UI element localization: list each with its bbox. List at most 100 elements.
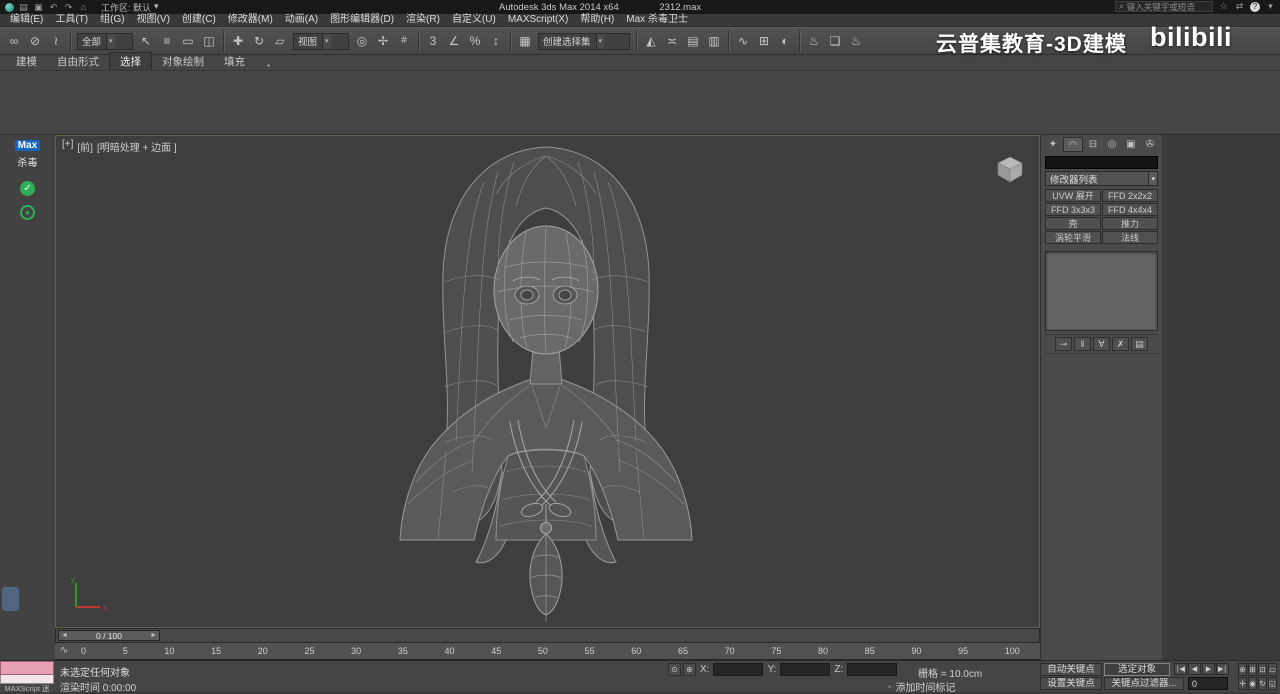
home-icon[interactable]: ⌂ [78, 2, 89, 12]
zoom-icon[interactable]: ⊕ [1238, 663, 1247, 676]
select-move-icon[interactable]: ✚ [228, 31, 248, 51]
menu-item[interactable]: Max 杀毒卫士 [620, 14, 694, 26]
spinner-snap-icon[interactable]: ↕ [486, 31, 506, 51]
modifier-button[interactable]: 涡轮平滑 [1045, 231, 1101, 244]
search-input[interactable]: ⌕ 键入关键字或短语 [1115, 1, 1213, 12]
select-scale-icon[interactable]: ▱ [270, 31, 290, 51]
modifier-list-dropdown[interactable]: 修改器列表 ▾ [1045, 171, 1158, 186]
menu-item[interactable]: 动画(A) [279, 14, 324, 26]
go-to-end-icon[interactable]: ▶∣ [1216, 663, 1229, 675]
absolute-offset-toggle[interactable]: ⊕ [683, 663, 696, 676]
viewport-menu-view[interactable]: [前] [77, 139, 93, 154]
y-field[interactable] [780, 663, 830, 676]
modifier-button[interactable]: FFD 3x3x3 [1045, 203, 1101, 216]
modifier-button[interactable]: UVW 展开 [1045, 189, 1101, 202]
window-crossing-icon[interactable]: ◫ [199, 31, 219, 51]
macro-recorder-field[interactable] [0, 661, 54, 675]
save-icon[interactable]: ▣ [33, 2, 44, 13]
current-frame-field[interactable] [1188, 677, 1228, 690]
exchange-icon[interactable]: ⇄ [1234, 1, 1245, 12]
app-icon[interactable] [5, 3, 14, 12]
angle-snap-icon[interactable]: ∠ [444, 31, 464, 51]
viewcube[interactable] [995, 154, 1025, 184]
menu-item[interactable]: 编辑(E) [4, 14, 49, 26]
zoom-extents-icon[interactable]: ⊡ [1258, 663, 1267, 676]
modifier-stack-list[interactable] [1045, 251, 1158, 331]
make-unique-icon[interactable]: ∀ [1093, 337, 1110, 351]
ribbon-tab[interactable]: 对象绘制 [152, 53, 214, 70]
rendered-frame-icon[interactable]: ❏ [825, 31, 845, 51]
curve-editor-icon[interactable]: ∿ [733, 31, 753, 51]
listener-field[interactable] [0, 675, 54, 684]
modifier-button[interactable]: FFD 2x2x2 [1102, 189, 1158, 202]
select-by-name-icon[interactable]: ≡ [157, 31, 177, 51]
select-link-icon[interactable]: ∞ [4, 31, 24, 51]
configure-stack-icon[interactable]: ▤ [1131, 337, 1148, 351]
select-rotate-icon[interactable]: ↻ [249, 31, 269, 51]
menu-item[interactable]: 组(G) [94, 14, 130, 26]
menu-item[interactable]: 视图(V) [131, 14, 176, 26]
go-to-start-icon[interactable]: ∣◀ [1174, 663, 1187, 675]
keyboard-override-icon[interactable]: # [394, 31, 414, 51]
selection-lock-toggle[interactable]: ⊙ [668, 663, 681, 676]
antivirus-check-icon[interactable]: ✓ [20, 181, 35, 196]
named-selection-dropdown[interactable]: 创建选择集 ▾ [538, 33, 630, 50]
menu-item[interactable]: 图形编辑器(D) [324, 14, 400, 26]
viewport[interactable]: [+] [前] [明暗处理 + 边面 ] x y [55, 135, 1040, 628]
maxscript-mini-listener[interactable]: MAXScript 迷 [0, 661, 54, 693]
snap-3d-icon[interactable]: 3 [423, 31, 443, 51]
edit-selection-sets-icon[interactable]: ▦ [515, 31, 535, 51]
ribbon-tab[interactable]: 填充 [214, 53, 255, 70]
ribbon-toggle-icon[interactable]: ▥ [704, 31, 724, 51]
star-icon[interactable]: ☆ [1218, 1, 1229, 12]
maximize-viewport-icon[interactable]: ◱ [1268, 677, 1277, 690]
antivirus-scan-icon[interactable]: ● [20, 205, 35, 220]
open-icon[interactable]: ▤ [18, 2, 29, 13]
set-key-button[interactable]: 设置关键点 [1040, 677, 1102, 690]
render-production-icon[interactable]: ♨ [846, 31, 866, 51]
redo-icon[interactable]: ↷ [63, 2, 74, 13]
key-filters-button[interactable]: 关键点过滤器... [1104, 677, 1184, 690]
ribbon-tab[interactable]: 自由形式 [47, 53, 109, 70]
next-frame-icon[interactable]: ► [150, 632, 157, 639]
align-icon[interactable]: ≍ [662, 31, 682, 51]
play-icon[interactable]: ▶ [1202, 663, 1215, 675]
mini-curve-editor-icon[interactable]: ∿ [60, 645, 68, 656]
menu-item[interactable]: 创建(C) [176, 14, 222, 26]
render-setup-icon[interactable]: ♨ [804, 31, 824, 51]
previous-frame-icon[interactable]: ◀ [1188, 663, 1201, 675]
select-object-icon[interactable]: ↖ [136, 31, 156, 51]
track-bar[interactable]: ∿ 05101520253035404550556065707580859095… [55, 643, 1040, 660]
time-slider[interactable]: ◄ 0 / 100 ► [58, 630, 160, 641]
pin-stack-icon[interactable]: ⊸ [1055, 337, 1072, 351]
material-editor-icon[interactable]: ◐ [775, 31, 795, 51]
help-icon[interactable]: ? [1250, 2, 1260, 12]
workspace-dropdown[interactable]: 工作区: 默认 ▾ [101, 1, 159, 14]
pan-icon[interactable]: ✛ [1238, 677, 1247, 690]
select-manipulate-icon[interactable]: ✢ [373, 31, 393, 51]
menu-item[interactable]: 修改器(M) [222, 14, 279, 26]
unlink-icon[interactable]: ⊘ [25, 31, 45, 51]
ribbon-tab[interactable]: 建模 [6, 53, 47, 70]
menu-item[interactable]: MAXScript(X) [502, 14, 575, 26]
show-end-result-icon[interactable]: ‖ [1074, 337, 1091, 351]
display-tab-icon[interactable]: ▣ [1122, 137, 1140, 152]
rectangular-region-icon[interactable]: ▭ [178, 31, 198, 51]
chevron-down-icon[interactable]: ▾ [1265, 1, 1276, 12]
z-field[interactable] [847, 663, 897, 676]
reference-coordsys-dropdown[interactable]: 视图 ▾ [293, 33, 349, 50]
field-of-view-icon[interactable]: ◉ [1248, 677, 1257, 690]
auto-key-button[interactable]: 自动关键点 [1040, 663, 1102, 676]
modifier-button[interactable]: 壳 [1045, 217, 1101, 230]
modifier-button[interactable]: 推力 [1102, 217, 1158, 230]
viewport-menu-shading[interactable]: [明暗处理 + 边面 ] [97, 139, 177, 154]
motion-tab-icon[interactable]: ◎ [1103, 137, 1121, 152]
percent-snap-icon[interactable]: % [465, 31, 485, 51]
remove-modifier-icon[interactable]: ✗ [1112, 337, 1129, 351]
previous-frame-icon[interactable]: ◄ [61, 632, 68, 639]
menu-item[interactable]: 自定义(U) [446, 14, 502, 26]
zoom-all-icon[interactable]: ⊞ [1248, 663, 1257, 676]
modify-tab-icon[interactable]: ◠ [1063, 137, 1083, 152]
layer-manager-icon[interactable]: ▤ [683, 31, 703, 51]
menu-item[interactable]: 渲染(R) [400, 14, 446, 26]
